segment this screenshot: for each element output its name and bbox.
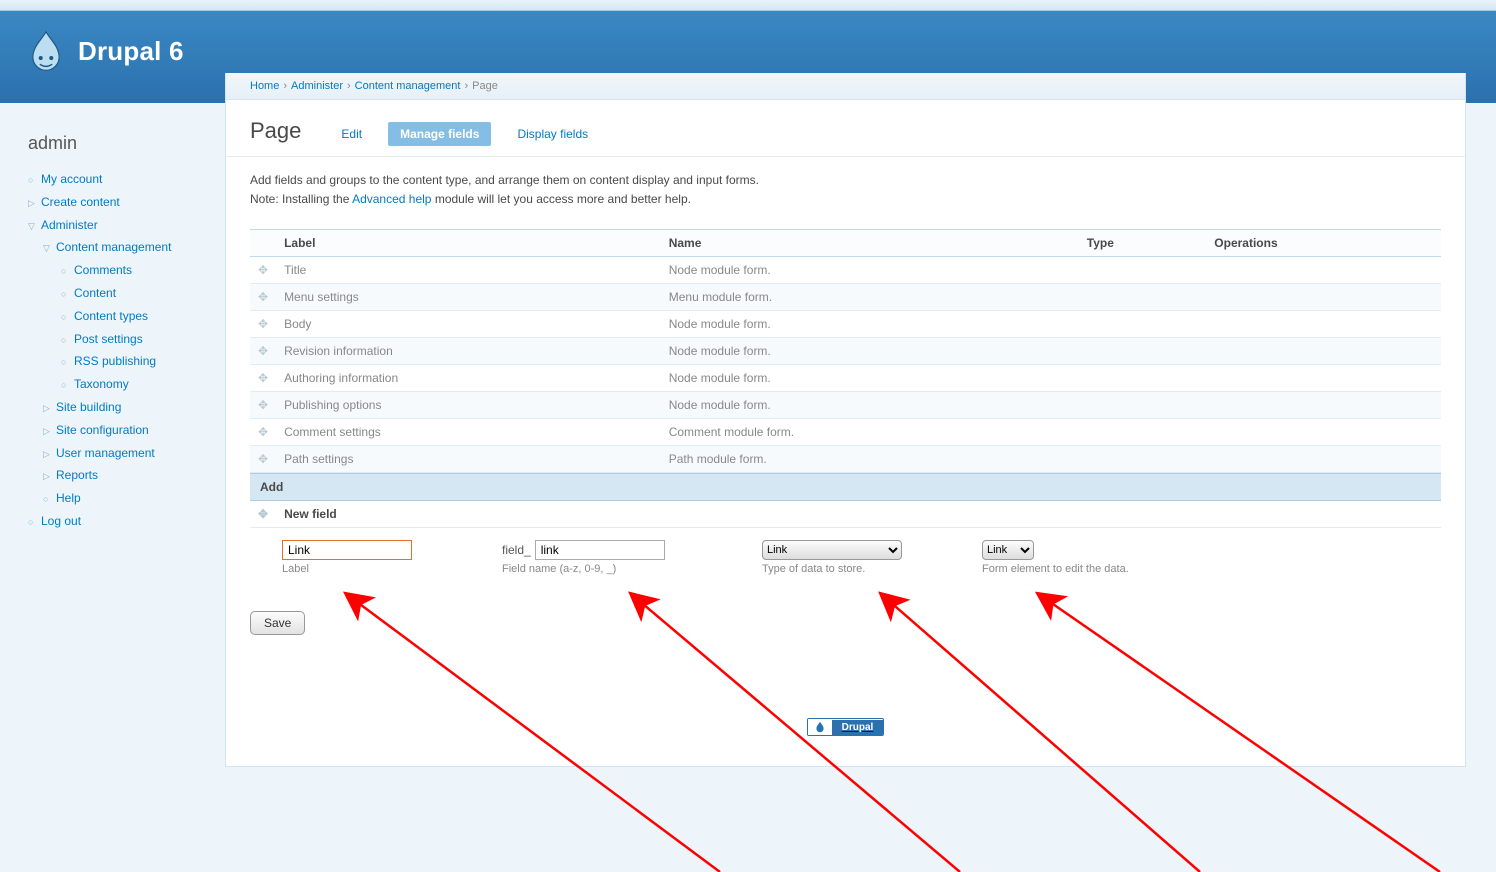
sidebar-item[interactable]: Post settings — [74, 332, 143, 346]
drag-handle-icon[interactable]: ✥ — [258, 507, 268, 521]
breadcrumb-link[interactable]: Administer — [291, 80, 343, 92]
site-title: Drupal 6 — [78, 36, 184, 67]
breadcrumb-link[interactable]: Home — [250, 80, 279, 92]
widget-select[interactable]: Link — [982, 540, 1034, 560]
sidebar-item[interactable]: Log out — [41, 514, 81, 528]
page-title: Page — [250, 118, 301, 144]
field-name: Node module form. — [661, 311, 1079, 338]
table-row: ✥ Authoring informationNode module form. — [250, 365, 1441, 392]
sidebar-item[interactable]: My account — [41, 172, 102, 186]
drupal-badge-icon — [814, 721, 826, 733]
breadcrumb-current: Page — [472, 80, 498, 92]
field-name: Node module form. — [661, 257, 1079, 284]
drag-handle-icon[interactable]: ✥ — [258, 425, 268, 439]
new-field-form: Label field_ Field name (a-z, 0-9, _) Li… — [226, 528, 1465, 581]
column-header: Type — [1079, 230, 1207, 257]
type-hint: Type of data to store. — [762, 563, 922, 575]
sidebar-item[interactable]: Content — [74, 286, 116, 300]
sidebar-item[interactable]: Site building — [56, 400, 121, 414]
field-name: Menu module form. — [661, 284, 1079, 311]
drag-handle-icon[interactable]: ✥ — [258, 371, 268, 385]
sidebar: admin ○My account▷Create content▽Adminis… — [0, 103, 225, 533]
save-button[interactable]: Save — [250, 611, 305, 635]
drag-handle-icon[interactable]: ✥ — [258, 263, 268, 277]
column-header: Label — [276, 230, 661, 257]
table-row: ✥ Comment settingsComment module form. — [250, 419, 1441, 446]
field-name: Comment module form. — [661, 419, 1079, 446]
note-prefix: Note: Installing the — [250, 192, 352, 206]
sidebar-item[interactable]: Site configuration — [56, 423, 149, 437]
field-label: Revision information — [276, 338, 661, 365]
sidebar-item[interactable]: Create content — [41, 195, 120, 209]
label-hint: Label — [282, 563, 442, 575]
sidebar-item[interactable]: Content management — [56, 240, 171, 254]
label-input[interactable] — [282, 540, 412, 560]
description: Add fields and groups to the content typ… — [226, 157, 1465, 229]
tab[interactable]: Edit — [329, 122, 374, 146]
sidebar-item[interactable]: Administer — [41, 218, 98, 232]
sidebar-item[interactable]: Reports — [56, 468, 98, 482]
main-content: Home›Administer›Content management›Page … — [225, 73, 1466, 767]
field-name: Node module form. — [661, 338, 1079, 365]
table-row: ✥ BodyNode module form. — [250, 311, 1441, 338]
tabs: Edit Manage fields Display fields — [329, 122, 600, 146]
tab[interactable]: Display fields — [505, 122, 600, 146]
widget-hint: Form element to edit the data. — [982, 563, 1142, 575]
sidebar-heading: admin — [28, 133, 225, 154]
add-section-header: Add — [250, 474, 1441, 501]
advanced-help-link[interactable]: Advanced help — [352, 192, 431, 206]
drag-handle-icon[interactable]: ✥ — [258, 290, 268, 304]
column-header: Name — [661, 230, 1079, 257]
fieldname-prefix: field_ — [502, 543, 531, 557]
tab[interactable]: Manage fields — [388, 122, 491, 146]
table-row: ✥ Path settingsPath module form. — [250, 446, 1441, 473]
drag-handle-icon[interactable]: ✥ — [258, 317, 268, 331]
drag-handle-icon[interactable]: ✥ — [258, 452, 268, 466]
note-suffix: module will let you access more and bett… — [431, 192, 690, 206]
drupal-credit-link[interactable]: Drupal — [807, 718, 885, 736]
drag-handle-icon[interactable]: ✥ — [258, 344, 268, 358]
drag-handle-icon[interactable]: ✥ — [258, 398, 268, 412]
field-label: Comment settings — [276, 419, 661, 446]
field-name: Path module form. — [661, 446, 1079, 473]
fieldname-hint: Field name (a-z, 0-9, _) — [502, 563, 702, 575]
type-select[interactable]: Link — [762, 540, 902, 560]
breadcrumb-link[interactable]: Content management — [355, 80, 461, 92]
column-header: Operations — [1206, 230, 1441, 257]
table-row: ✥ TitleNode module form. — [250, 257, 1441, 284]
field-label: Publishing options — [276, 392, 661, 419]
field-label: Path settings — [276, 446, 661, 473]
add-table: Add ✥ New field — [250, 473, 1441, 528]
new-field-title: New field — [276, 501, 1441, 528]
sidebar-item[interactable]: Comments — [74, 263, 132, 277]
sidebar-item[interactable]: Taxonomy — [74, 377, 129, 391]
field-label: Authoring information — [276, 365, 661, 392]
footer: Drupal — [226, 700, 1465, 766]
field-name: Node module form. — [661, 392, 1079, 419]
field-label: Body — [276, 311, 661, 338]
table-row: ✥ Publishing optionsNode module form. — [250, 392, 1441, 419]
fields-table: LabelNameTypeOperations ✥TitleNode modul… — [250, 229, 1441, 473]
sidebar-item[interactable]: Content types — [74, 309, 148, 323]
table-row: ✥ Menu settingsMenu module form. — [250, 284, 1441, 311]
drupal-badge-text: Drupal — [832, 720, 884, 735]
table-row: ✥ Revision informationNode module form. — [250, 338, 1441, 365]
fieldname-input[interactable] — [535, 540, 665, 560]
description-line: Add fields and groups to the content typ… — [250, 171, 1441, 190]
field-name: Node module form. — [661, 365, 1079, 392]
drupal-logo-icon — [28, 29, 64, 73]
field-label: Title — [276, 257, 661, 284]
sidebar-item[interactable]: Help — [56, 491, 81, 505]
field-label: Menu settings — [276, 284, 661, 311]
sidebar-item[interactable]: RSS publishing — [74, 354, 156, 368]
sidebar-item[interactable]: User management — [56, 446, 155, 460]
breadcrumb: Home›Administer›Content management›Page — [226, 73, 1465, 100]
